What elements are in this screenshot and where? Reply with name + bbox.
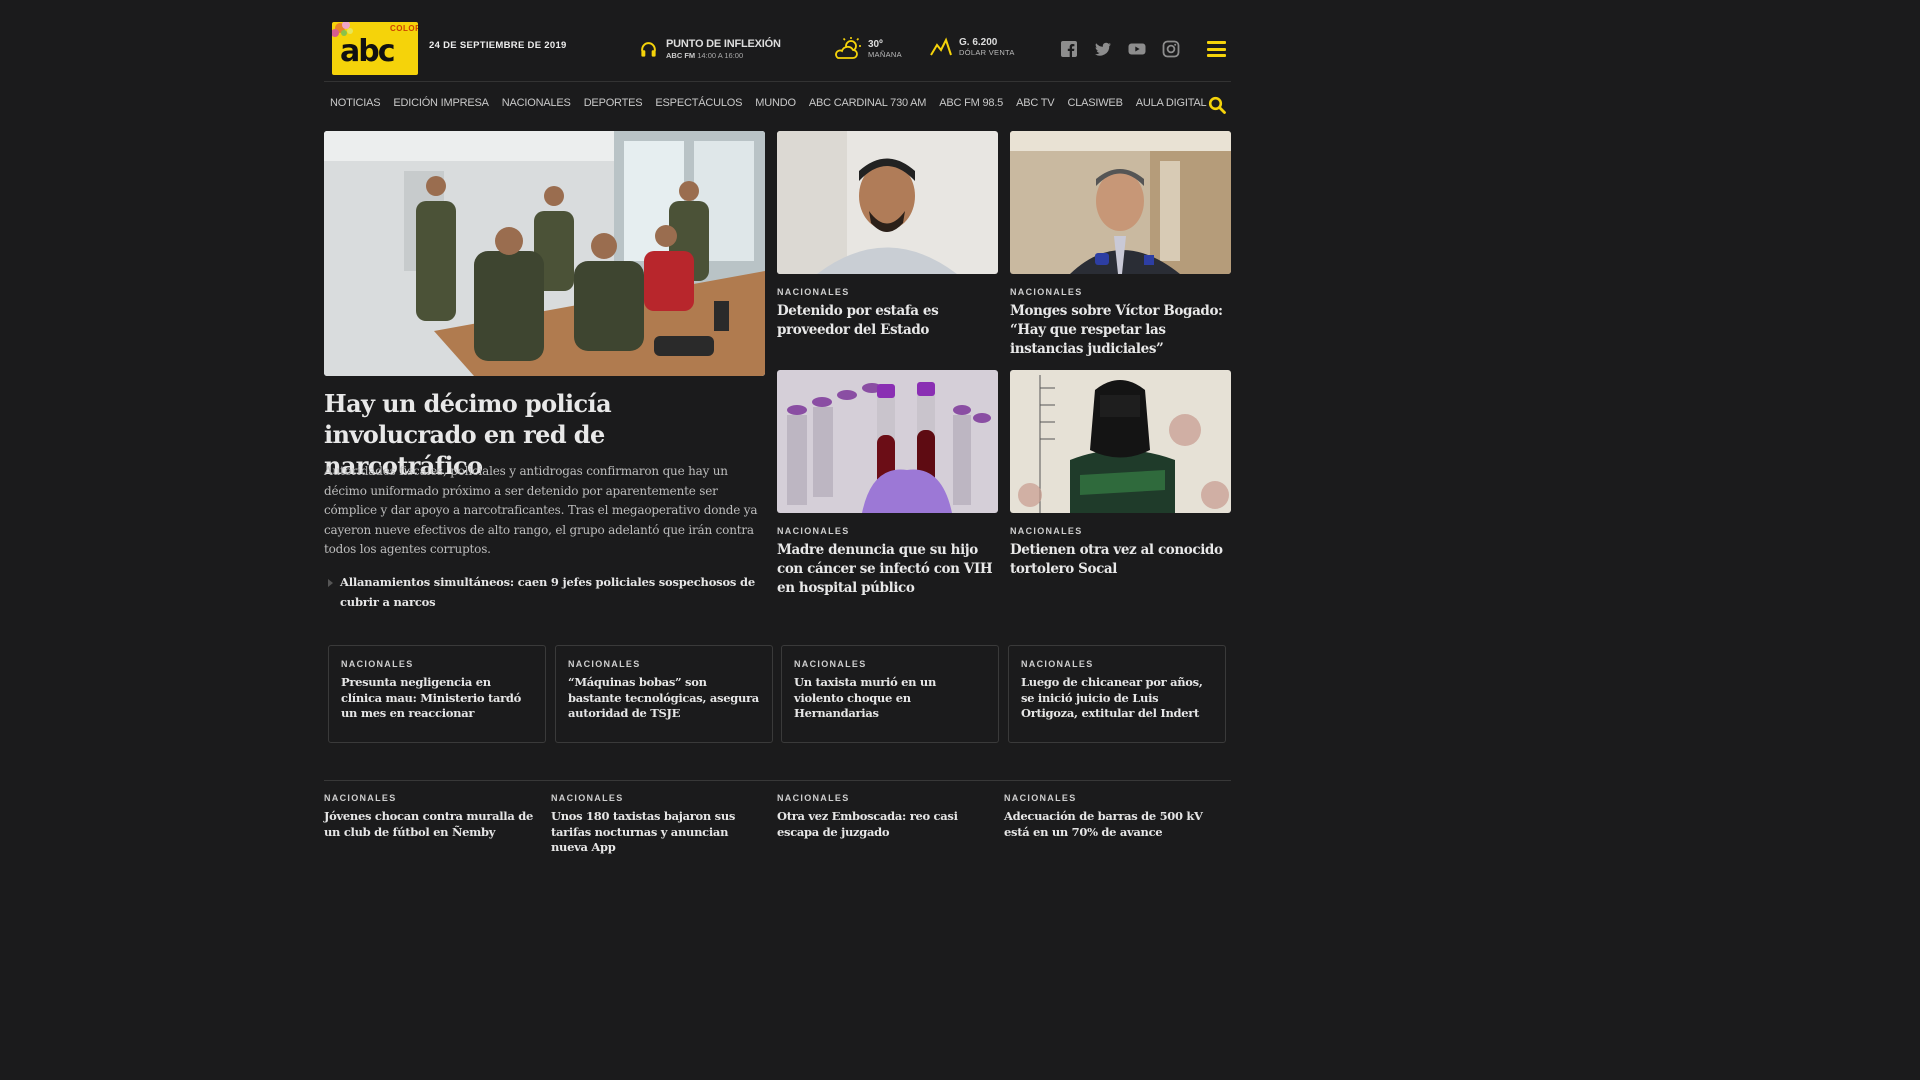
nav-item-espectaculos[interactable]: ESPECTÁCULOS xyxy=(655,97,742,109)
radio-schedule: 14:00 A 16:00 xyxy=(697,51,744,60)
radio-station: ABC FM xyxy=(666,51,696,60)
news-box[interactable]: NACIONALES Luego de chicanear por años, … xyxy=(1008,645,1226,743)
nav-item-noticias[interactable]: NOTICIAS xyxy=(330,97,381,109)
news-box-title[interactable]: Luego de chicanear por años, se inició j… xyxy=(1021,675,1213,722)
logo-text: abc xyxy=(340,34,395,69)
news-box-kicker[interactable]: NACIONALES xyxy=(341,659,533,669)
side-card-kicker[interactable]: NACIONALES xyxy=(1010,526,1231,536)
instagram-icon[interactable] xyxy=(1162,40,1180,58)
side-card-image[interactable] xyxy=(777,131,998,274)
nav-item-clasiweb[interactable]: CLASIWEB xyxy=(1067,97,1122,109)
news-box-title[interactable]: “Máquinas bobas” son bastante tecnológic… xyxy=(568,675,760,722)
side-card-title[interactable]: Madre denuncia que su hijo con cáncer se… xyxy=(777,541,998,598)
list-item[interactable]: NACIONALES Jóvenes chocan contra muralla… xyxy=(324,793,539,840)
list-item-title[interactable]: Unos 180 taxistas bajaron sus tarifas no… xyxy=(551,809,766,856)
radio-now-playing[interactable]: PUNTO DE INFLEXIÓN ABC FM 14:00 A 16:00 xyxy=(639,38,781,60)
section-divider xyxy=(324,780,1231,781)
main-story-image[interactable] xyxy=(324,131,765,376)
news-box-kicker[interactable]: NACIONALES xyxy=(1021,659,1213,669)
news-box-title[interactable]: Presunta negligencia en clínica mau: Min… xyxy=(341,675,533,722)
side-card[interactable]: NACIONALES Madre denuncia que su hijo co… xyxy=(777,370,998,598)
facebook-icon[interactable] xyxy=(1060,40,1078,58)
nav-item-abc-tv[interactable]: ABC TV xyxy=(1016,97,1055,109)
dollar-value: G. 6.200 xyxy=(959,37,998,48)
twitter-icon[interactable] xyxy=(1094,40,1112,58)
nav-item-deportes[interactable]: DEPORTES xyxy=(584,97,643,109)
hamburger-menu-icon[interactable] xyxy=(1207,41,1226,57)
side-card[interactable]: NACIONALES Monges sobre Víctor Bogado: “… xyxy=(1010,131,1231,359)
main-nav: NOTICIAS EDICIÓN IMPRESA NACIONALES DEPO… xyxy=(324,88,1231,120)
news-box[interactable]: NACIONALES Un taxista murió en un violen… xyxy=(781,645,999,743)
sun-cloud-icon xyxy=(835,37,861,59)
news-box[interactable]: NACIONALES Presunta negligencia en clíni… xyxy=(328,645,546,743)
nav-item-nacionales[interactable]: NACIONALES xyxy=(502,97,571,109)
page: COLOR abc 24 DE SEPTIEMBRE DE 2019 PUNTO… xyxy=(324,0,1231,882)
list-item[interactable]: NACIONALES Otra vez Emboscada: reo casi … xyxy=(777,793,992,840)
weather-temp: 30º xyxy=(868,39,883,50)
list-item-kicker[interactable]: NACIONALES xyxy=(777,793,992,803)
logo-tag: COLOR xyxy=(390,24,418,33)
nav-item-aula-digital[interactable]: AULA DIGITAL xyxy=(1136,97,1207,109)
news-box-kicker[interactable]: NACIONALES xyxy=(794,659,986,669)
search-icon[interactable] xyxy=(1208,96,1226,114)
current-date: 24 DE SEPTIEMBRE DE 2019 xyxy=(429,40,567,51)
side-card-title[interactable]: Monges sobre Víctor Bogado: “Hay que res… xyxy=(1010,302,1231,359)
list-item-title[interactable]: Jóvenes chocan contra muralla de un club… xyxy=(324,809,539,840)
nav-item-edicion-impresa[interactable]: EDICIÓN IMPRESA xyxy=(393,97,489,109)
dollar-label: DÓLAR VENTA xyxy=(959,48,1015,57)
list-item[interactable]: NACIONALES Adecuación de barras de 500 k… xyxy=(1004,793,1219,840)
weather-widget[interactable]: 30º MAÑANA xyxy=(834,36,902,62)
news-box[interactable]: NACIONALES “Máquinas bobas” son bastante… xyxy=(555,645,773,743)
list-item[interactable]: NACIONALES Unos 180 taxistas bajaron sus… xyxy=(551,793,766,856)
side-card-image[interactable] xyxy=(1010,370,1231,513)
side-card-kicker[interactable]: NACIONALES xyxy=(777,526,998,536)
youtube-icon[interactable] xyxy=(1128,40,1146,58)
side-card-title[interactable]: Detenido por estafa es proveedor del Est… xyxy=(777,302,998,340)
related-story-link[interactable]: Allanamientos simultáneos: caen 9 jefes … xyxy=(328,573,768,612)
side-card[interactable]: NACIONALES Detienen otra vez al conocido… xyxy=(1010,370,1231,579)
nav-item-abc-fm[interactable]: ABC FM 98.5 xyxy=(939,97,1003,109)
list-item-title[interactable]: Adecuación de barras de 500 kV está en u… xyxy=(1004,809,1219,840)
main-story-summary: Autoridades fiscales, policiales y antid… xyxy=(324,464,758,557)
list-item-title[interactable]: Otra vez Emboscada: reo casi escapa de j… xyxy=(777,809,992,840)
list-item-kicker[interactable]: NACIONALES xyxy=(324,793,539,803)
social-links xyxy=(1060,40,1180,58)
headphones-icon xyxy=(641,41,656,57)
dollar-rate-widget[interactable]: G. 6.200 DÓLAR VENTA xyxy=(930,37,1015,57)
news-box-kicker[interactable]: NACIONALES xyxy=(568,659,760,669)
side-card-title[interactable]: Detienen otra vez al conocido tortolero … xyxy=(1010,541,1231,579)
weather-period: MAÑANA xyxy=(868,50,902,59)
side-card-kicker[interactable]: NACIONALES xyxy=(1010,287,1231,297)
side-card-kicker[interactable]: NACIONALES xyxy=(777,287,998,297)
side-card[interactable]: NACIONALES Detenido por estafa es provee… xyxy=(777,131,998,340)
side-card-image[interactable] xyxy=(1010,131,1231,274)
list-item-kicker[interactable]: NACIONALES xyxy=(1004,793,1219,803)
nav-item-mundo[interactable]: MUNDO xyxy=(755,97,796,109)
list-item-kicker[interactable]: NACIONALES xyxy=(551,793,766,803)
side-card-image[interactable] xyxy=(777,370,998,513)
site-header: COLOR abc 24 DE SEPTIEMBRE DE 2019 PUNTO… xyxy=(324,0,1231,82)
trend-icon xyxy=(930,37,952,56)
nav-item-abc-cardinal[interactable]: ABC CARDINAL 730 AM xyxy=(809,97,927,109)
abc-color-logo[interactable]: COLOR abc xyxy=(332,22,418,75)
radio-program: PUNTO DE INFLEXIÓN xyxy=(666,38,781,50)
news-box-title[interactable]: Un taxista murió en un violento choque e… xyxy=(794,675,986,722)
